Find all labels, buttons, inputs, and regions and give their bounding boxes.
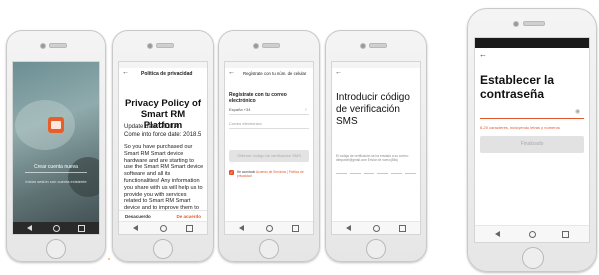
code-digit[interactable]	[405, 172, 416, 174]
android-nav-bar	[119, 221, 207, 234]
code-digit[interactable]	[391, 172, 403, 174]
android-nav-bar	[332, 221, 420, 234]
back-arrow-icon[interactable]: ←	[335, 69, 342, 76]
privacy-body-text: So you have purchased our Smart RM Smart…	[124, 144, 204, 220]
background-blur-shape	[15, 100, 75, 150]
nav-back-icon[interactable]	[239, 225, 244, 231]
home-button[interactable]	[366, 239, 386, 259]
back-arrow-icon[interactable]: ←	[479, 50, 487, 59]
status-bar	[225, 62, 313, 68]
password-title: Establecer la contraseña	[480, 73, 555, 101]
status-bar	[475, 38, 589, 48]
eye-icon[interactable]: ◉	[575, 108, 580, 115]
sms-sent-text: El código de verificación se ha enviado …	[336, 154, 416, 162]
earpiece-speaker	[49, 43, 67, 48]
front-camera	[360, 43, 366, 49]
status-bar	[332, 62, 420, 68]
status-bar	[119, 62, 207, 68]
nav-home-icon[interactable]	[373, 225, 380, 232]
update-date: Update date: 2018.4	[124, 124, 179, 130]
sms-sent-email: dtmpanel@gmail.com	[336, 158, 367, 162]
privacy-screen: ← Política de privacidad Privacy Policy …	[118, 61, 208, 235]
android-nav-bar	[225, 221, 313, 234]
register-email-title: Regístrate con tu correo electrónico	[229, 92, 287, 104]
register-header: Regístrate con tu núm. de celular	[243, 71, 307, 76]
nav-recent-icon[interactable]	[78, 225, 85, 232]
back-arrow-icon[interactable]: ←	[228, 69, 235, 76]
phone-register: ← Regístrate con tu núm. de celular Regí…	[218, 30, 320, 262]
home-button[interactable]	[259, 239, 279, 259]
code-digit[interactable]	[349, 172, 361, 174]
accept-button[interactable]: De acuerdo	[176, 214, 201, 219]
welcome-screen: Crear cuenta nueva Iniciar sesión con cu…	[12, 61, 100, 235]
phone-sms: ← Introducir código de verificación SMS …	[325, 30, 427, 262]
nav-back-icon[interactable]	[133, 225, 138, 231]
code-digit[interactable]	[377, 172, 389, 174]
finish-button[interactable]: Finalizado	[480, 136, 584, 153]
nav-back-icon[interactable]	[495, 231, 500, 237]
back-arrow-icon[interactable]: ←	[122, 69, 129, 76]
home-button[interactable]	[522, 247, 544, 269]
earpiece-speaker	[262, 43, 280, 48]
country-selector[interactable]: España +34	[229, 106, 309, 115]
earpiece-speaker	[156, 43, 174, 48]
phone-privacy: ← Política de privacidad Privacy Policy …	[112, 30, 214, 262]
nav-home-icon[interactable]	[529, 231, 536, 238]
create-account-button[interactable]: Crear cuenta nueva	[25, 162, 87, 173]
nav-recent-icon[interactable]	[399, 225, 406, 232]
nav-recent-icon[interactable]	[292, 225, 299, 232]
phone-password: ← Establecer la contraseña ◉ 6-20 caract…	[467, 8, 597, 272]
password-field[interactable]	[480, 106, 584, 119]
force-date: Come into force date: 2018.5	[124, 132, 202, 138]
earpiece-speaker	[369, 43, 387, 48]
home-button[interactable]	[46, 239, 66, 259]
agree-checkbox[interactable]: ✓	[229, 170, 234, 175]
email-field[interactable]: Correo electrónico	[229, 120, 309, 129]
sms-title: Introducir código de verificación SMS	[336, 92, 410, 127]
earpiece-speaker	[523, 21, 545, 26]
code-input-boxes[interactable]	[336, 172, 416, 174]
nav-home-icon[interactable]	[53, 225, 60, 232]
password-hint: 6-20 caracteres, incluyendo letras y núm…	[480, 125, 560, 130]
sms-screen: ← Introducir código de verificación SMS …	[331, 61, 421, 235]
nav-back-icon[interactable]	[346, 225, 351, 231]
front-camera	[253, 43, 259, 49]
nav-back-icon[interactable]	[27, 225, 32, 231]
phone-welcome: Crear cuenta nueva Iniciar sesión con cu…	[6, 30, 106, 262]
front-camera	[513, 21, 519, 27]
code-digit[interactable]	[363, 172, 375, 174]
agree-text: He acordado Acuerdo de Servicios | Polít…	[237, 170, 309, 178]
app-logo-icon	[48, 117, 64, 133]
password-screen: ← Establecer la contraseña ◉ 6-20 caract…	[474, 37, 590, 243]
code-digit[interactable]	[336, 172, 347, 174]
register-screen: ← Regístrate con tu núm. de celular Regí…	[224, 61, 314, 235]
privacy-header: Política de privacidad	[141, 71, 193, 77]
nav-recent-icon[interactable]	[562, 231, 569, 238]
yellow-dot	[108, 258, 110, 260]
resend-link[interactable]: Enviar de nuevo(55s)	[368, 158, 398, 162]
android-nav-bar	[13, 222, 99, 234]
android-nav-bar	[475, 225, 589, 242]
decline-button[interactable]: Desacuerdo	[125, 214, 151, 219]
nav-home-icon[interactable]	[266, 225, 273, 232]
nav-recent-icon[interactable]	[186, 225, 193, 232]
chevron-right-icon: ›	[305, 107, 307, 113]
nav-home-icon[interactable]	[160, 225, 167, 232]
front-camera	[147, 43, 153, 49]
login-existing-link[interactable]: Iniciar sesión con cuenta existente	[25, 179, 87, 184]
get-sms-code-button[interactable]: Obtener código de verificación SMS	[229, 150, 309, 162]
front-camera	[40, 43, 46, 49]
home-button[interactable]	[153, 239, 173, 259]
